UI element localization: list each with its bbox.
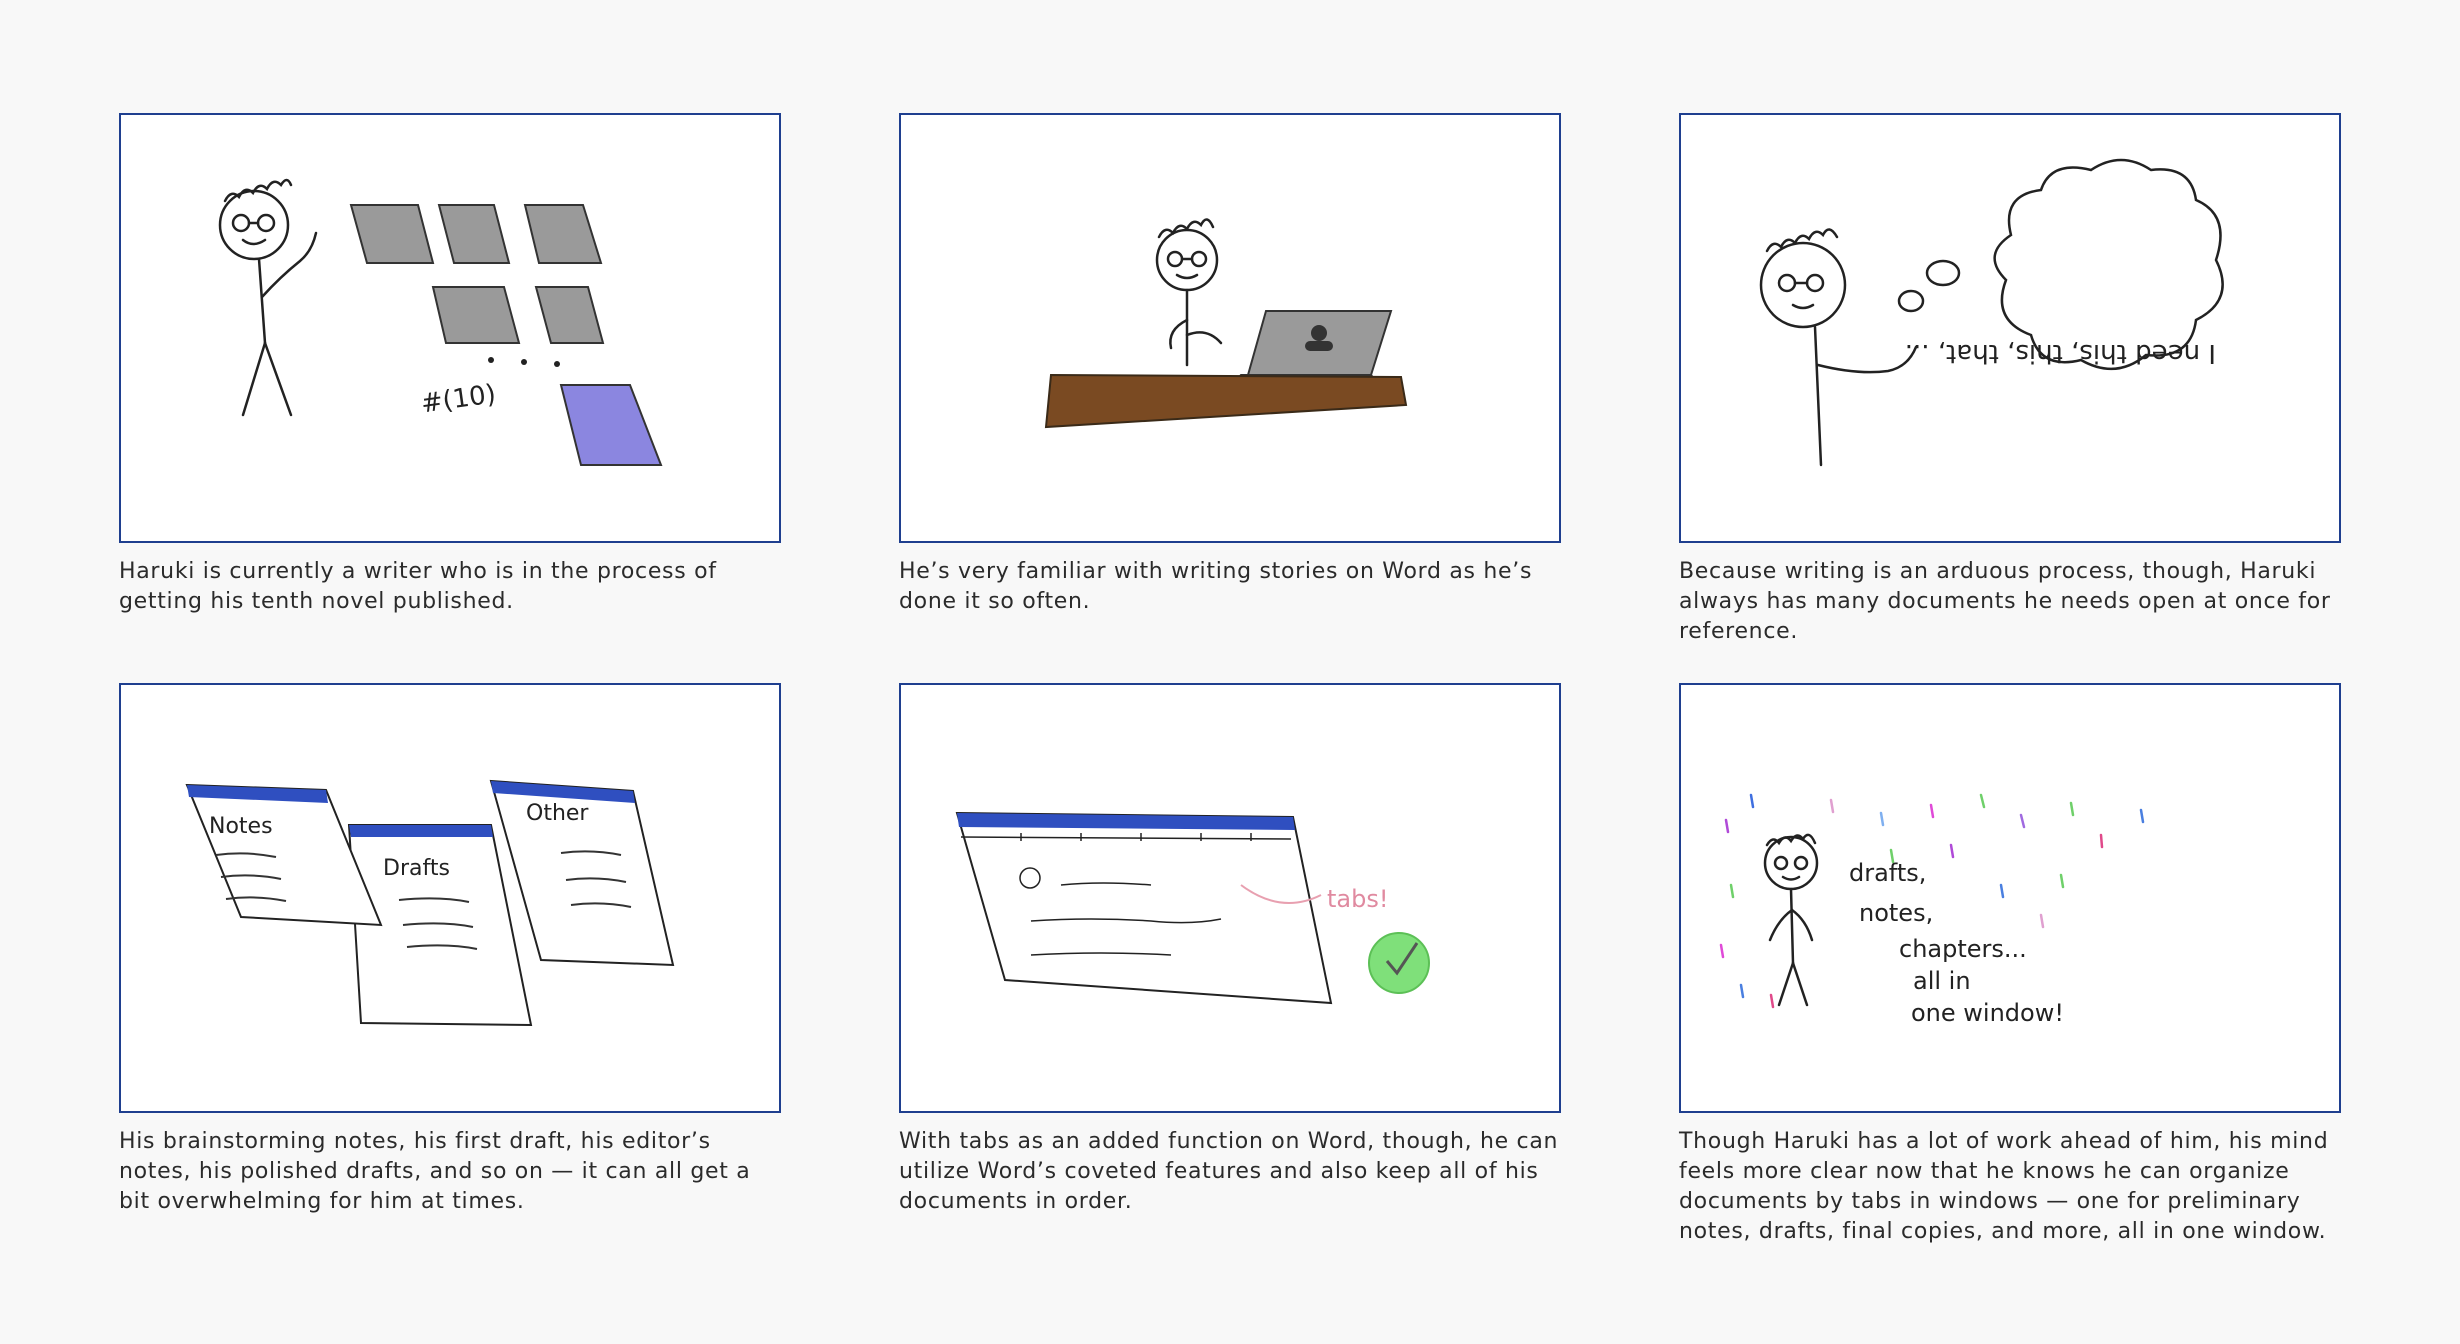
sketch-frame-6: drafts, notes, chapters... all in one wi… — [1679, 683, 2341, 1113]
storyboard-panel-5: tabs! With tabs as an added function on … — [899, 683, 1561, 1217]
caption-4: His brainstorming notes, his first draft… — [119, 1129, 751, 1214]
sketch-celebration: drafts, notes, chapters... all in one wi… — [1719, 793, 2145, 1027]
storyboard-panel-3: I need this, this, that, ... Because wri… — [1679, 113, 2341, 647]
doc-label-notes: Notes — [209, 814, 273, 839]
sketch-thought-text: I need this, this, that, ... — [1905, 338, 2216, 368]
sketch-label-number: #(10) — [419, 379, 498, 419]
sketch-frame-1: #(10) — [119, 113, 781, 543]
doc-label-drafts: Drafts — [383, 856, 450, 881]
storyboard-panel-6: drafts, notes, chapters... all in one wi… — [1679, 683, 2341, 1247]
sketch-writer-at-desk — [1044, 218, 1408, 429]
check-badge-icon — [1368, 932, 1430, 994]
celebration-line-5: one window! — [1911, 999, 2064, 1027]
caption-6: Though Haruki has a lot of work ahead of… — [1679, 1129, 2329, 1244]
celebration-line-1: drafts, — [1849, 859, 1926, 887]
sketch-thought-bubble: I need this, this, that, ... — [1759, 158, 2224, 467]
sketch-frame-4: Notes Drafts Other — [119, 683, 781, 1113]
celebration-line-3: chapters... — [1899, 935, 2027, 963]
celebration-line-2: notes, — [1859, 899, 1933, 927]
tabs-exclaim: tabs! — [1327, 885, 1388, 913]
sketch-frame-2 — [899, 113, 1561, 543]
celebration-line-4: all in — [1913, 967, 1971, 995]
storyboard-panel-4: Notes Drafts Other His brainstorming not… — [119, 683, 781, 1217]
caption-1: Haruki is currently a writer who is in t… — [119, 559, 717, 614]
caption-5: With tabs as an added function on Word, … — [899, 1129, 1559, 1214]
caption-2: He’s very familiar with writing stories … — [899, 559, 1533, 614]
sketch-three-documents: Notes Drafts Other — [185, 779, 675, 1027]
sketch-writer-with-novels: #(10) — [218, 178, 663, 466]
caption-3: Because writing is an arduous process, t… — [1679, 559, 2331, 644]
sketch-tabbed-window: tabs! — [955, 811, 1430, 1005]
storyboard-panel-1: #(10) Haruki is currently a writer who i… — [119, 113, 781, 617]
storyboard-panel-2: He’s very familiar with writing stories … — [899, 113, 1561, 617]
doc-label-other: Other — [526, 801, 589, 826]
sketch-frame-5: tabs! — [899, 683, 1561, 1113]
sketch-frame-3: I need this, this, that, ... — [1679, 113, 2341, 543]
